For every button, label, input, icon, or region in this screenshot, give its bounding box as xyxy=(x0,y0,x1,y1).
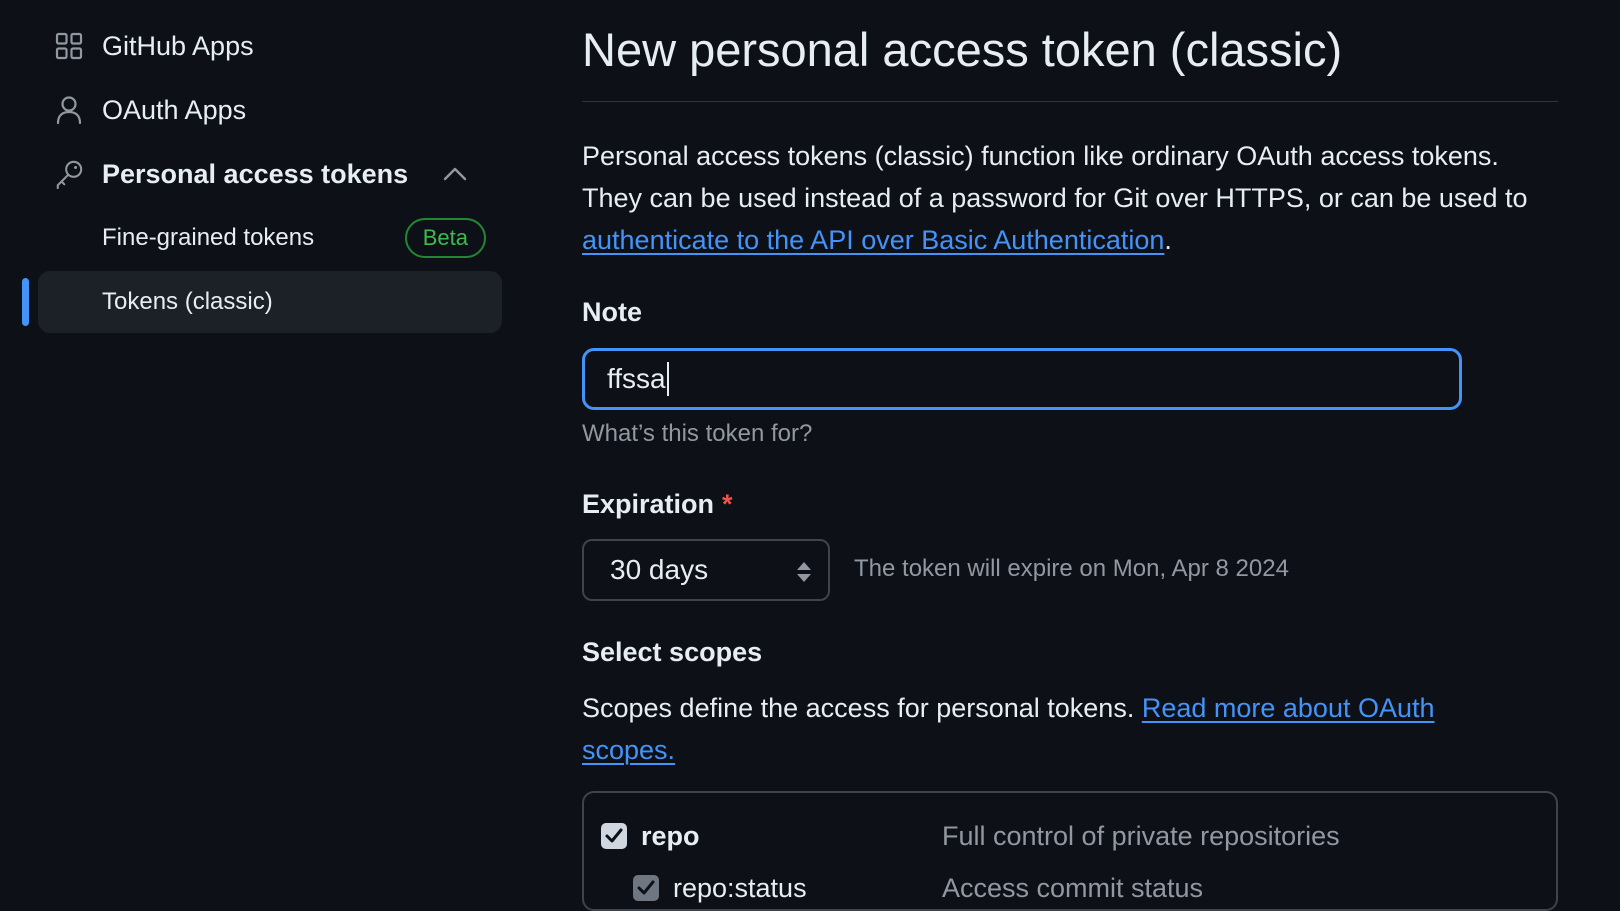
expiration-note: The token will expire on Mon, Apr 8 2024 xyxy=(854,555,1289,582)
intro-end: . xyxy=(1164,225,1172,255)
apps-grid-icon xyxy=(54,31,84,61)
page-title: New personal access token (classic) xyxy=(582,23,1343,76)
sidebar-item-fine-grained-tokens[interactable]: Fine-grained tokens Beta xyxy=(38,207,502,269)
scopes-description-text: Scopes define the access for personal to… xyxy=(582,693,1142,723)
settings-sidebar: GitHub Apps OAuth Apps Personal access t… xyxy=(0,0,510,884)
text-caret xyxy=(666,362,669,396)
sidebar-item-label: Fine-grained tokens xyxy=(102,224,315,251)
scope-description: Access commit status xyxy=(942,872,1204,903)
sidebar-item-tokens-classic[interactable]: Tokens (classic) xyxy=(38,271,502,333)
scope-description: Full control of private repositories xyxy=(942,820,1340,851)
scopes-heading: Select scopes xyxy=(582,637,763,667)
sidebar-item-personal-access-tokens[interactable]: Personal access tokens xyxy=(38,144,502,204)
expiration-selected-value: 30 days xyxy=(610,554,709,585)
title-divider xyxy=(582,101,1558,102)
intro-paragraph: Personal access tokens (classic) functio… xyxy=(582,135,1558,261)
sidebar-item-label: Tokens (classic) xyxy=(102,288,273,315)
main-content: New personal access token (classic) Pers… xyxy=(582,0,1558,911)
scopes-list: repo Full control of private repositorie… xyxy=(582,791,1558,911)
scope-checkbox[interactable] xyxy=(601,823,627,849)
scope-checkbox[interactable] xyxy=(633,875,659,901)
note-input[interactable] xyxy=(582,348,1462,410)
active-indicator xyxy=(22,278,29,326)
sidebar-item-label: Personal access tokens xyxy=(102,158,409,189)
expiration-label: Expiration xyxy=(582,489,715,519)
expiration-select[interactable]: 30 days xyxy=(582,539,830,601)
sidebar-item-label: OAuth Apps xyxy=(102,94,247,125)
beta-badge: Beta xyxy=(404,218,486,258)
scope-row: repo Full control of private repositorie… xyxy=(584,811,1556,861)
required-marker: * xyxy=(722,489,733,519)
scope-name: repo xyxy=(641,820,700,851)
expiration-label-row: Expiration * xyxy=(582,489,733,520)
sidebar-item-label: GitHub Apps xyxy=(102,30,254,61)
scope-name: repo:status xyxy=(673,872,807,903)
note-label: Note xyxy=(582,297,642,327)
scopes-description: Scopes define the access for personal to… xyxy=(582,687,1502,771)
chevron-up-icon[interactable] xyxy=(442,161,468,187)
key-icon xyxy=(54,159,84,190)
sidebar-item-oauth-apps[interactable]: OAuth Apps xyxy=(38,80,502,140)
check-icon xyxy=(637,880,655,895)
sidebar-item-github-apps[interactable]: GitHub Apps xyxy=(38,16,502,76)
select-arrows-icon xyxy=(796,561,812,583)
note-hint: What’s this token for? xyxy=(582,420,813,447)
scope-row: repo:status Access commit status xyxy=(584,863,1556,909)
person-icon xyxy=(54,95,84,125)
check-icon xyxy=(605,828,623,843)
intro-text: Personal access tokens (classic) functio… xyxy=(582,141,1528,213)
basic-auth-link[interactable]: authenticate to the API over Basic Authe… xyxy=(582,225,1164,255)
